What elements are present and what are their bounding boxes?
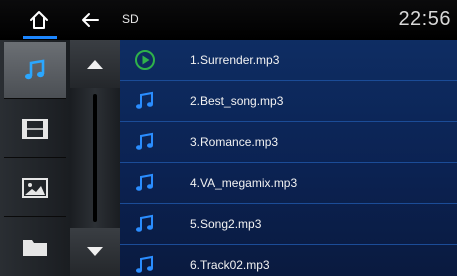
file-row-6[interactable]: 6.Track02.mp3 (120, 245, 457, 276)
file-row-4[interactable]: 4.VA_megamix.mp3 (120, 163, 457, 204)
sidebar-item-pictures[interactable] (4, 160, 66, 217)
sidebar-item-folders[interactable] (4, 219, 66, 275)
music-note-icon (136, 91, 153, 109)
clock: 22:56 (398, 8, 451, 30)
music-note-icon (136, 214, 153, 232)
chevron-down-icon (87, 247, 103, 256)
home-icon[interactable] (28, 9, 50, 31)
chevron-up-icon (87, 60, 103, 69)
play-circle-icon (135, 50, 155, 70)
scroll-track[interactable] (93, 94, 97, 222)
current-path: SD (122, 12, 139, 26)
sidebar-item-video[interactable] (4, 101, 66, 158)
file-name: 4.VA_megamix.mp3 (190, 176, 298, 190)
file-row-2[interactable]: 2.Best_song.mp3 (120, 81, 457, 122)
file-name: 1.Surrender.mp3 (190, 53, 280, 67)
media-type-sidebar (0, 40, 70, 276)
film-icon (22, 119, 48, 139)
scroll-down-button[interactable] (70, 228, 120, 276)
file-name: 3.Romance.mp3 (190, 135, 279, 149)
picture-icon (22, 178, 48, 198)
file-list: 1.Surrender.mp3 2.Best_song.mp3 3.Romanc… (120, 40, 457, 276)
file-row-5[interactable]: 5.Song2.mp3 (120, 204, 457, 245)
music-note-icon (136, 132, 153, 150)
home-tab-indicator (23, 36, 57, 39)
scroll-up-button[interactable] (70, 40, 120, 88)
file-row-1[interactable]: 1.Surrender.mp3 (120, 40, 457, 81)
music-note-icon (25, 59, 45, 80)
file-name: 2.Best_song.mp3 (190, 94, 284, 108)
list-scrollbar (70, 40, 120, 276)
back-arrow-icon[interactable] (80, 9, 102, 31)
top-bar: SD 22:56 (0, 0, 457, 40)
folder-icon (23, 240, 47, 256)
file-name: 5.Song2.mp3 (190, 217, 262, 231)
file-row-3[interactable]: 3.Romance.mp3 (120, 122, 457, 163)
file-name: 6.Track02.mp3 (190, 258, 270, 272)
sidebar-item-music[interactable] (4, 42, 66, 99)
music-note-icon (136, 173, 153, 191)
music-note-icon (136, 255, 153, 273)
